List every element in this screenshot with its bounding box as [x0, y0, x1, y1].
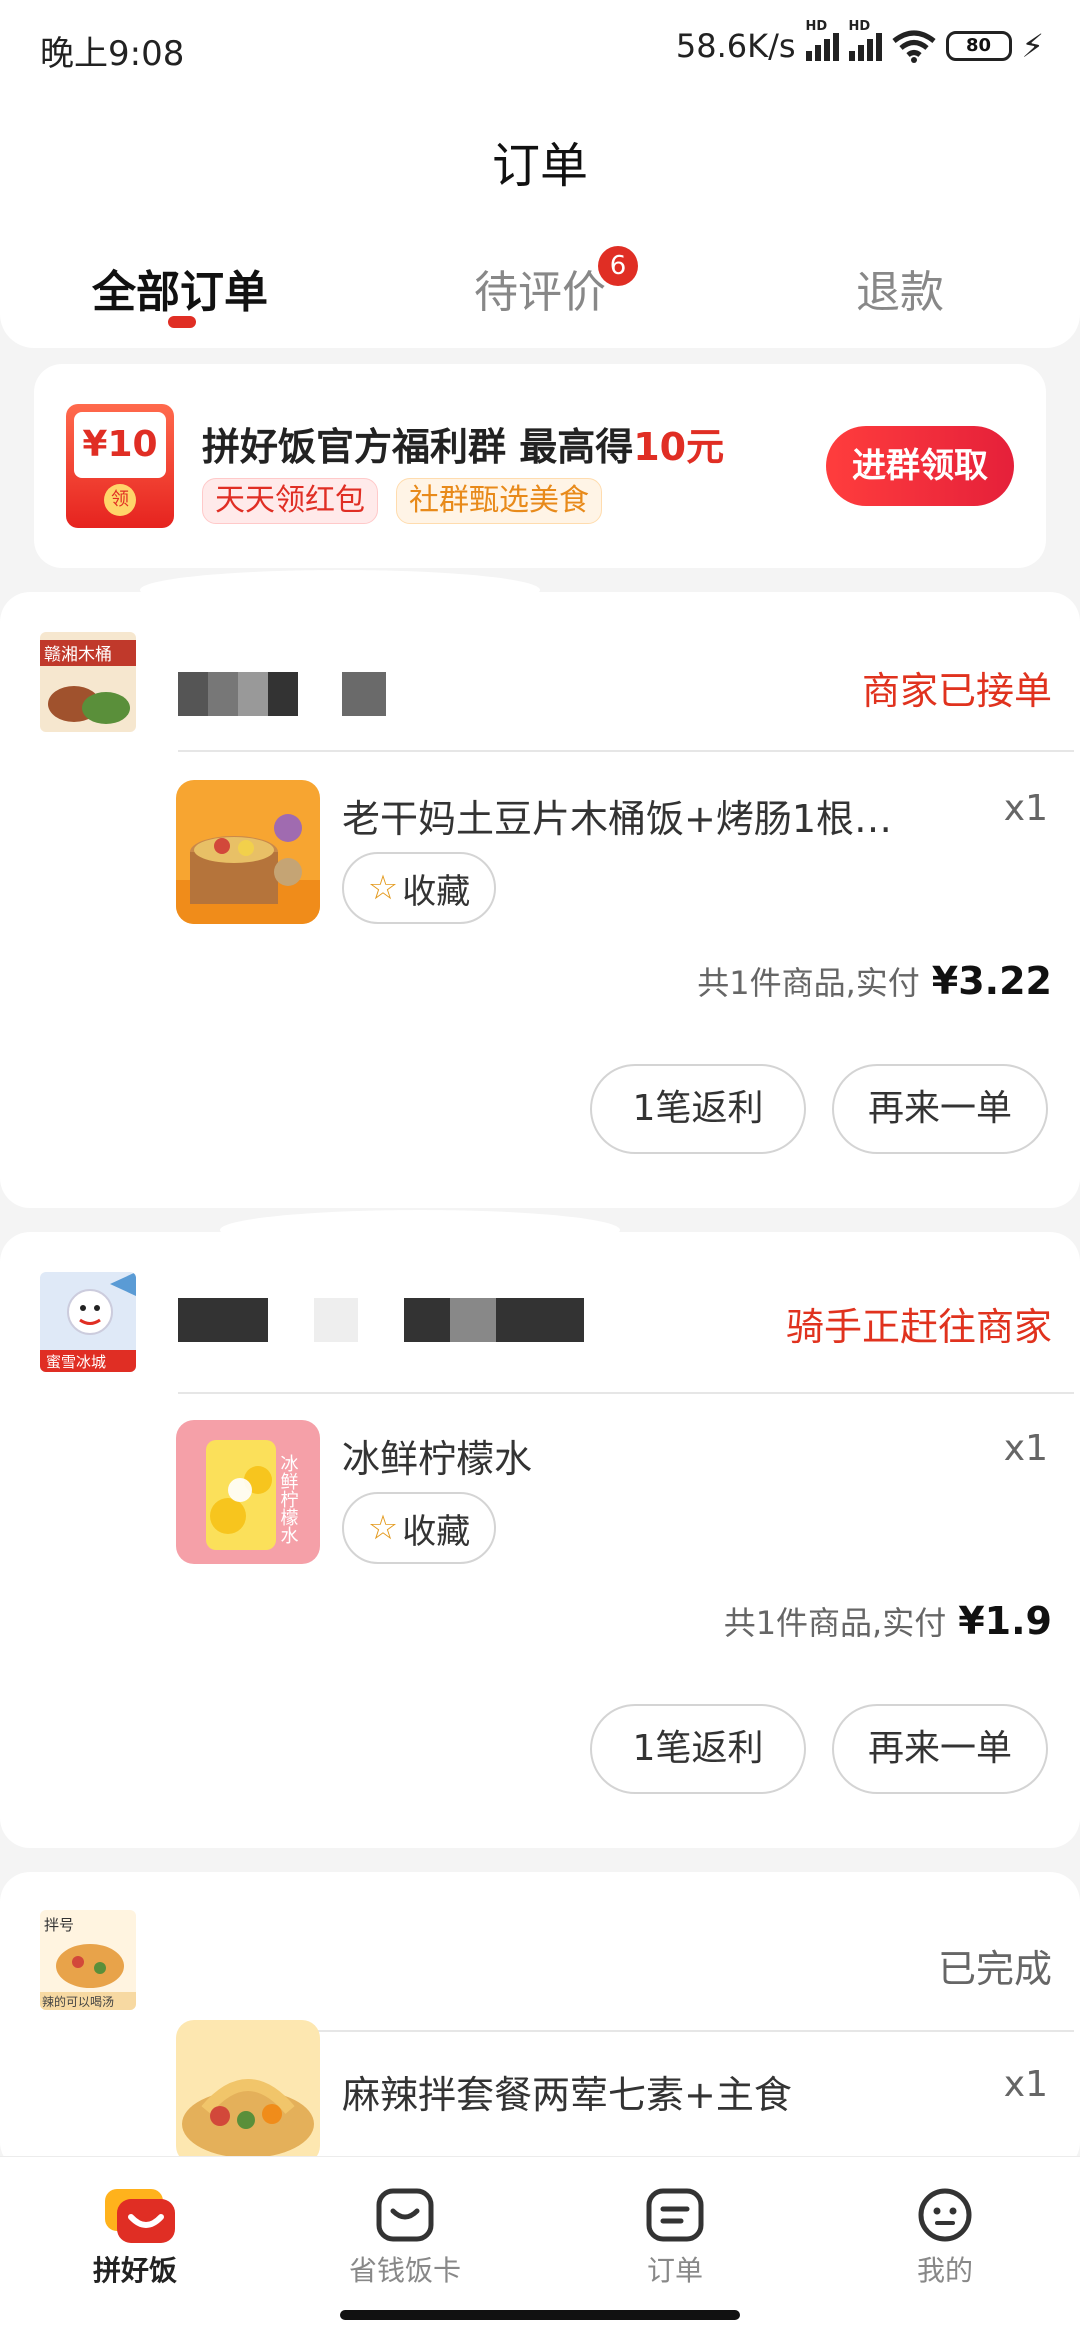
nav-label: 拼好饭 [92, 2254, 177, 2287]
nav-label: 订单 [646, 2254, 703, 2287]
nav-profile[interactable]: 我的 [810, 2187, 1080, 2289]
page-title: 订单 [491, 138, 588, 194]
welfare-group-banner[interactable]: ¥10 领 拼好饭官方福利群 最高得10元 天天领红包 社群甄选美食 进群领取 [34, 364, 1046, 568]
battery-level: 80 [966, 35, 992, 56]
shop-name-redacted [178, 672, 386, 716]
item-image-text: 冰鲜柠檬水 [278, 1454, 299, 1544]
tab-to-review[interactable]: 待评价 [360, 256, 720, 320]
tab-active-indicator [168, 316, 196, 328]
nav-pinhaofan[interactable]: 拼好饭 [0, 2187, 270, 2289]
red-packet-amount: ¥10 [74, 412, 166, 478]
battery-icon: 80 [945, 31, 1012, 61]
hd-label-2: HD [848, 19, 871, 34]
red-packet-icon: ¥10 领 [66, 404, 174, 528]
charging-icon: ⚡ [1021, 27, 1044, 65]
favorite-button[interactable]: ☆ 收藏 [342, 1492, 496, 1564]
order-card[interactable]: 拌号 辣的可以喝汤 已完成 麻辣拌套餐两荤七素+主食 x1 [0, 1872, 1080, 2172]
rebate-button[interactable]: 1笔返利 [590, 1064, 806, 1154]
item-quantity: x1 [1003, 1428, 1048, 1469]
favorite-label: 收藏 [402, 871, 471, 912]
star-icon: ☆ [367, 868, 399, 908]
tab-refund[interactable]: 退款 [720, 256, 1080, 320]
order-icon [645, 2187, 705, 2242]
status-time: 晚上9:08 [40, 34, 185, 74]
signal-icon: HD [805, 19, 839, 61]
hd-label: HD [805, 19, 828, 34]
order-price: ¥3.22 [931, 959, 1052, 1003]
red-packet-claim-tag: 领 [104, 484, 136, 516]
nav-meal-card[interactable]: 省钱饭卡 [270, 2187, 540, 2289]
tab-all-orders[interactable]: 全部订单 [0, 256, 360, 320]
item-image[interactable] [176, 780, 320, 924]
shop-logo[interactable]: 赣湘木桶 [40, 632, 136, 732]
order-total-label: 共1件商品,实付 [697, 964, 920, 1002]
order-total-label: 共1件商品,实付 [723, 1604, 947, 1642]
banner-title: 拼好饭官方福利群 最高得10元 [202, 416, 724, 471]
shop-logo-text: 拌号 [44, 1916, 74, 1934]
nav-label: 省钱饭卡 [348, 2254, 461, 2287]
shop-name-redacted [178, 1298, 584, 1342]
item-name: 麻辣拌套餐两荤七素+主食 [342, 2073, 792, 2117]
item-name: 老干妈土豆片木桶饭+烤肠1根+… [342, 797, 912, 841]
review-count-badge: 6 [598, 246, 638, 286]
rebate-button[interactable]: 1笔返利 [590, 1704, 806, 1794]
item-name: 冰鲜柠檬水 [342, 1437, 533, 1481]
order-card[interactable]: 蜜雪冰城 骑手正赶往商家 冰鲜柠檬水 冰鲜柠檬水 x1 ☆ 收藏 共1件商品,实… [0, 1210, 1080, 1848]
order-status: 骑手正赶往商家 [785, 1305, 1052, 1349]
order-price: ¥1.9 [958, 1599, 1052, 1643]
bowl-icon [375, 2187, 435, 2242]
shop-logo[interactable]: 蜜雪冰城 [40, 1272, 136, 1372]
signal-icon-2: HD [848, 19, 882, 61]
profile-icon [915, 2187, 975, 2242]
home-indicator[interactable] [340, 2310, 740, 2320]
page-header: 订单 全部订单 待评价 6 退款 [0, 96, 1080, 348]
shop-logo-slogan: 辣的可以喝汤 [42, 1994, 114, 2009]
shop-logo[interactable]: 拌号 辣的可以喝汤 [40, 1910, 136, 2010]
item-image[interactable]: 冰鲜柠檬水 [176, 1420, 320, 1564]
banner-title-text: 拼好饭官方福利群 最高得 [202, 425, 634, 469]
order-status: 已完成 [937, 1947, 1052, 1991]
item-image[interactable] [176, 2020, 320, 2164]
order-card[interactable]: 赣湘木桶 商家已接单 老干妈土豆片木桶饭+烤肠1根+… x1 ☆ 收藏 共1件商… [0, 570, 1080, 1208]
reorder-button[interactable]: 再来一单 [832, 1704, 1048, 1794]
item-quantity: x1 [1003, 788, 1048, 829]
star-icon: ☆ [367, 1508, 399, 1548]
shop-logo-text: 蜜雪冰城 [46, 1353, 106, 1371]
shop-logo-text: 赣湘木桶 [44, 645, 112, 665]
order-total: 共1件商品,实付 ¥1.9 [724, 1598, 1052, 1644]
status-indicators: 58.6K/s HD HD 80 ⚡ [675, 19, 1044, 68]
order-total: 共1件商品,实付 ¥3.22 [697, 958, 1052, 1004]
nav-label: 我的 [916, 2254, 973, 2287]
join-group-button[interactable]: 进群领取 [826, 426, 1014, 506]
favorite-button[interactable]: ☆ 收藏 [342, 852, 496, 924]
reorder-button[interactable]: 再来一单 [832, 1064, 1048, 1154]
item-quantity: x1 [1003, 2064, 1048, 2105]
order-status: 商家已接单 [861, 669, 1052, 713]
status-bar: 晚上9:08 58.6K/s HD HD 80 ⚡ [0, 0, 1080, 96]
wifi-icon [891, 30, 936, 63]
pinhaofan-icon [105, 2187, 175, 2243]
nav-orders[interactable]: 订单 [540, 2187, 810, 2289]
banner-chip-food: 社群甄选美食 [396, 478, 602, 524]
banner-chip-red-packet: 天天领红包 [202, 478, 378, 524]
network-speed: 58.6K/s [675, 27, 796, 65]
banner-title-amount: 10元 [633, 425, 725, 469]
favorite-label: 收藏 [402, 1511, 471, 1552]
